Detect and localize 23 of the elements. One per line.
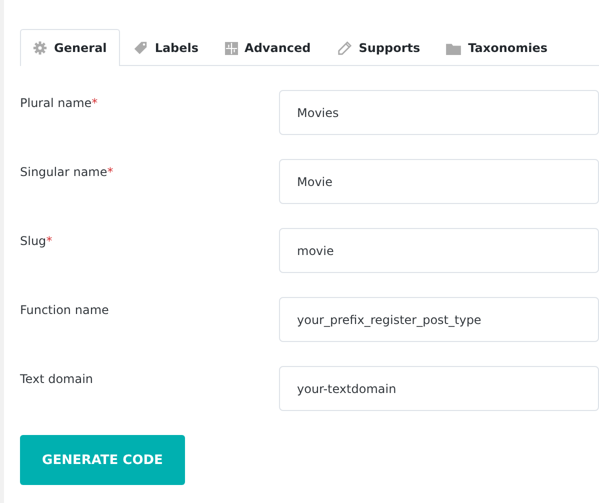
field-label: Function name — [20, 303, 109, 317]
pencil-icon — [336, 40, 352, 56]
tab[interactable]: Taxonomies — [433, 29, 561, 66]
input-field[interactable]: movie — [279, 228, 599, 273]
gear-icon — [33, 41, 47, 55]
required-mark: * — [46, 234, 52, 248]
input-field[interactable]: your_prefix_register_post_type — [279, 297, 599, 342]
field-label: Plural name — [20, 96, 92, 110]
required-mark: * — [92, 96, 98, 110]
field-label: Text domain — [20, 372, 94, 386]
input-field[interactable]: Movies — [279, 90, 599, 135]
input-field[interactable]: your-textdomain — [279, 366, 599, 411]
tab[interactable]: Labels — [120, 29, 212, 66]
tag-icon — [132, 41, 148, 55]
field-label: Singular name — [20, 165, 108, 179]
tab[interactable]: Advanced — [212, 29, 324, 66]
folder-icon — [446, 42, 462, 54]
input-field[interactable]: Movie — [279, 159, 599, 204]
field-label: Slug — [20, 234, 46, 248]
tab[interactable]: General — [20, 29, 120, 66]
tab[interactable]: Supports — [324, 29, 434, 66]
required-mark: * — [107, 165, 114, 179]
grid-icon — [224, 42, 238, 54]
